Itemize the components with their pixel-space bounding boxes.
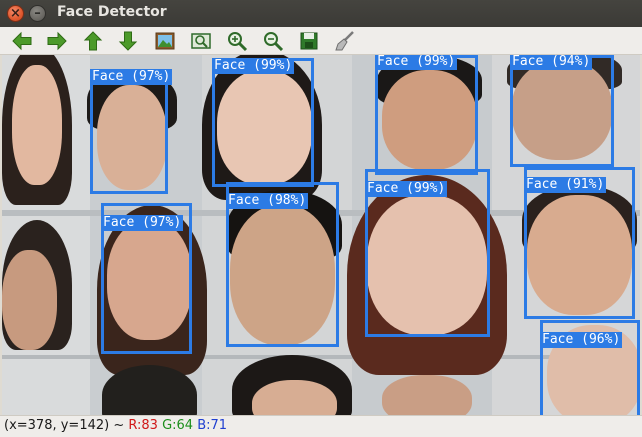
zoom-fit-button[interactable] bbox=[188, 29, 214, 53]
detection-label-3: Face (99%) bbox=[375, 55, 458, 70]
detection-box-4 bbox=[510, 55, 614, 167]
status-bar: (x=378, y=142) ~ R:83 G:64 B:71 bbox=[0, 415, 642, 437]
pixel-blue-value: B:71 bbox=[197, 418, 228, 433]
detection-label-5: Face (97%) bbox=[101, 215, 184, 231]
zoom-out-icon bbox=[264, 32, 284, 52]
image-canvas[interactable]: Face (97%) Face (99%) Face (99%) Face (9… bbox=[2, 55, 640, 415]
face-detector-window: × – Face Detector Face (97%) Face (99%) … bbox=[0, 0, 642, 437]
minimize-window-button[interactable]: – bbox=[29, 5, 46, 22]
detection-label-2: Face (99%) bbox=[212, 58, 295, 74]
open-image-button[interactable] bbox=[152, 29, 178, 53]
close-window-button[interactable]: × bbox=[7, 5, 24, 22]
close-icon: × bbox=[10, 6, 21, 21]
pixel-green-value: G:64 bbox=[162, 418, 194, 433]
next-button[interactable] bbox=[44, 29, 70, 53]
arrow-up-icon bbox=[83, 31, 103, 51]
cursor-coordinates: (x=378, y=142) ~ bbox=[4, 418, 125, 433]
clear-button[interactable] bbox=[332, 29, 358, 53]
pixel-red-value: R:83 bbox=[128, 418, 158, 433]
zoom-out-button[interactable] bbox=[260, 29, 286, 53]
window-title: Face Detector bbox=[57, 4, 167, 20]
image-icon bbox=[155, 32, 175, 50]
arrow-right-icon bbox=[47, 31, 67, 51]
detection-box-3 bbox=[375, 55, 478, 175]
detection-label-6: Face (98%) bbox=[226, 193, 309, 209]
down-button[interactable] bbox=[115, 29, 141, 53]
detection-label-1: Face (97%) bbox=[90, 69, 173, 85]
detection-label-8: Face (91%) bbox=[524, 177, 607, 193]
save-button[interactable] bbox=[296, 29, 322, 53]
detection-box-2 bbox=[212, 58, 314, 187]
arrow-left-icon bbox=[12, 31, 32, 51]
zoom-in-button[interactable] bbox=[224, 29, 250, 53]
detection-label-4: Face (94%) bbox=[510, 55, 593, 70]
arrow-down-icon bbox=[118, 31, 138, 51]
clear-brush-icon bbox=[335, 31, 354, 51]
previous-button[interactable] bbox=[9, 29, 35, 53]
up-button[interactable] bbox=[80, 29, 106, 53]
detection-label-7: Face (99%) bbox=[365, 181, 448, 197]
zoom-in-icon bbox=[228, 32, 248, 52]
save-icon bbox=[300, 32, 318, 50]
title-bar[interactable]: × – Face Detector bbox=[0, 0, 642, 27]
detection-label-9: Face (96%) bbox=[540, 332, 623, 348]
detection-box-1 bbox=[90, 80, 168, 194]
minimize-icon: – bbox=[34, 6, 41, 21]
zoom-fit-icon bbox=[191, 33, 211, 49]
toolbar bbox=[0, 27, 642, 55]
